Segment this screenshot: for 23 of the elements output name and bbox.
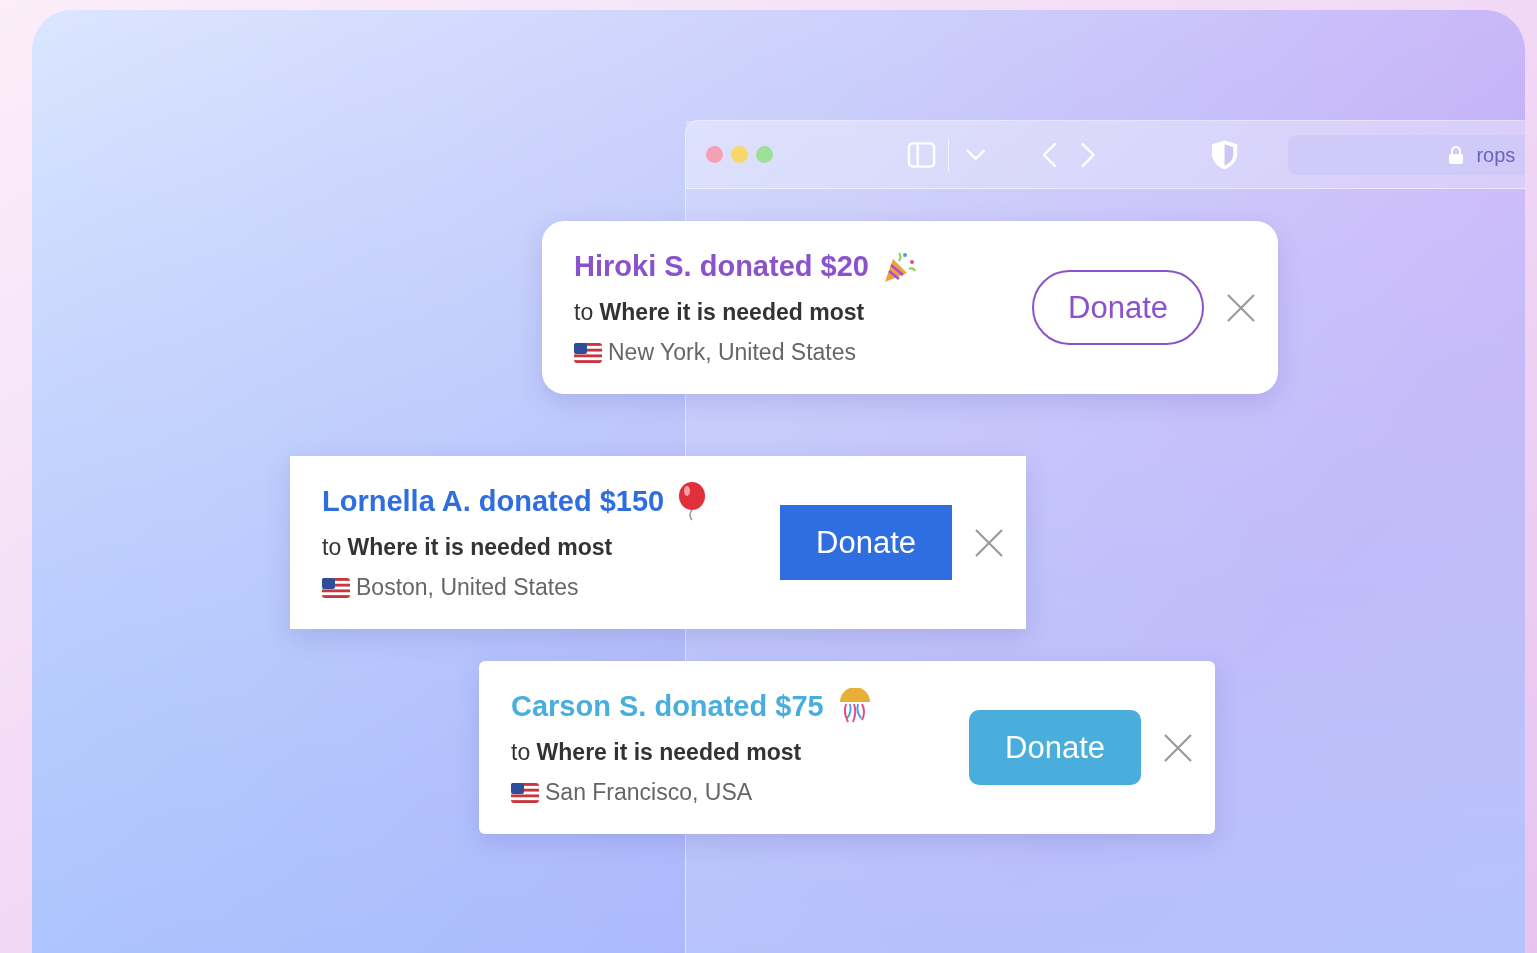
flag-icon: [574, 342, 602, 363]
donor-location: New York, United States: [608, 338, 857, 368]
donate-button[interactable]: Donate: [969, 710, 1141, 785]
donation-title: Lornella A. donated $150: [322, 484, 665, 520]
address-bar[interactable]: rops: [1288, 134, 1525, 175]
donation-title: Hiroki S. donated $20: [574, 249, 869, 285]
lock-icon: [1448, 144, 1465, 165]
donation-target: to Where it is needed most: [574, 297, 866, 327]
donation-target: to Where it is needed most: [511, 737, 803, 767]
address-text: rops: [1476, 142, 1516, 168]
donor-location: San Francisco, USA: [545, 778, 753, 808]
shield-icon[interactable]: [1211, 138, 1239, 171]
flag-icon: [511, 782, 539, 803]
donate-button[interactable]: Donate: [1032, 270, 1204, 345]
donation-title: Carson S. donated $75: [511, 689, 824, 725]
chevron-down-icon[interactable]: [965, 147, 987, 162]
donate-button[interactable]: Donate: [780, 505, 952, 580]
back-icon[interactable]: [1042, 140, 1058, 169]
donation-target: to Where it is needed most: [322, 532, 614, 562]
forward-icon[interactable]: [1079, 140, 1096, 169]
sidebar-icon[interactable]: [907, 140, 937, 169]
donor-location: Boston, United States: [356, 573, 579, 603]
flag-icon: [322, 577, 350, 598]
